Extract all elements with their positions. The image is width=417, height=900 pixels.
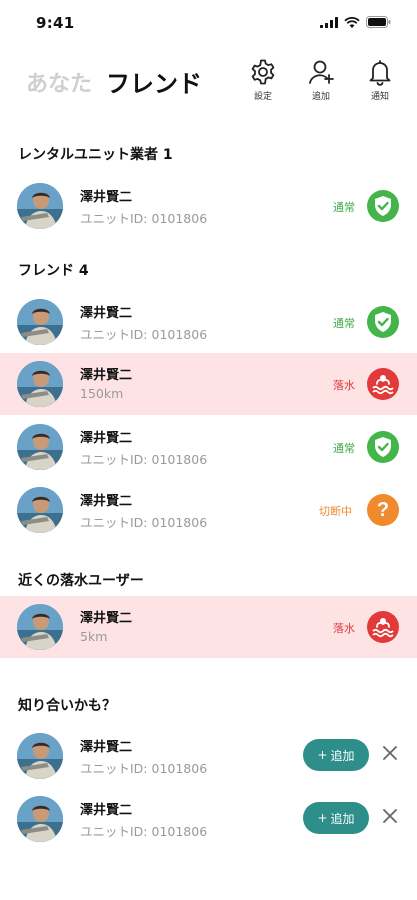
friend-row[interactable]: 澤井賢二ユニットID: 0101806 通常 bbox=[0, 416, 417, 478]
section-title-suggest: 知り合いかも？ bbox=[18, 698, 116, 714]
shield-check-icon bbox=[367, 431, 399, 463]
avatar bbox=[17, 487, 63, 533]
add-button-label: 追加 bbox=[330, 748, 355, 763]
dismiss-button[interactable] bbox=[379, 743, 401, 765]
battery-icon bbox=[366, 16, 391, 28]
close-icon bbox=[383, 808, 397, 827]
signal-icon bbox=[320, 16, 338, 28]
add-button-label: 追加 bbox=[330, 811, 355, 826]
notify-label: 通知 bbox=[370, 92, 389, 102]
friend-name: 澤井賢二 bbox=[80, 611, 133, 626]
avatar bbox=[17, 424, 63, 470]
drowning-icon bbox=[367, 368, 399, 400]
distance-text: 5km bbox=[80, 629, 108, 644]
drowning-icon bbox=[367, 611, 399, 643]
wifi-icon bbox=[344, 16, 360, 28]
tab-friend[interactable]: フレンド bbox=[106, 64, 202, 99]
unit-id-text: ユニットID: 0101806 bbox=[80, 761, 208, 776]
friend-row[interactable]: 澤井賢二 150km 落水 bbox=[0, 353, 417, 415]
unit-id-text: ユニットID: 0101806 bbox=[80, 211, 208, 226]
friend-row[interactable]: 澤井賢二ユニットID: 0101806 通常 bbox=[0, 291, 417, 353]
section-title-friends: フレンド 4 bbox=[18, 263, 89, 279]
friend-name: 澤井賢二 bbox=[80, 803, 133, 818]
status-label: 通常 bbox=[333, 201, 355, 214]
friend-name: 澤井賢二 bbox=[80, 740, 133, 755]
avatar bbox=[17, 796, 63, 842]
close-icon bbox=[383, 745, 397, 764]
tab-you[interactable]: あなた bbox=[26, 66, 92, 98]
plus-icon: + bbox=[317, 748, 328, 762]
friend-name: 澤井賢二 bbox=[80, 431, 133, 446]
suggestion-row: 澤井賢二ユニットID: 0101806 + 追加 bbox=[0, 788, 417, 850]
friend-name: 澤井賢二 bbox=[80, 368, 133, 383]
settings-button[interactable]: 設定 bbox=[240, 58, 286, 102]
unit-id-text: ユニットID: 0101806 bbox=[80, 515, 208, 530]
unit-id-text: ユニットID: 0101806 bbox=[80, 327, 208, 342]
suggestion-row: 澤井賢二ユニットID: 0101806 + 追加 bbox=[0, 725, 417, 787]
gear-icon bbox=[251, 59, 275, 85]
friend-row[interactable]: 澤井賢二ユニットID: 0101806 切断中? bbox=[0, 479, 417, 541]
distance-text: 150km bbox=[80, 386, 124, 401]
notification-button[interactable]: 通知 bbox=[357, 58, 403, 102]
add-label: 追加 bbox=[311, 92, 330, 102]
plus-icon: + bbox=[317, 811, 328, 825]
shield-check-icon bbox=[367, 190, 399, 222]
dismiss-button[interactable] bbox=[379, 806, 401, 828]
unit-id-text: ユニットID: 0101806 bbox=[80, 452, 208, 467]
avatar bbox=[17, 183, 63, 229]
status-label: 切断中 bbox=[319, 505, 352, 518]
friend-name: 澤井賢二 bbox=[80, 306, 133, 321]
status-label: 落水 bbox=[333, 379, 355, 392]
status-time: 9:41 bbox=[36, 14, 75, 32]
status-icons bbox=[320, 16, 391, 28]
shield-check-icon bbox=[367, 306, 399, 338]
settings-label: 設定 bbox=[253, 92, 272, 102]
status-label: 通常 bbox=[333, 442, 355, 455]
section-title-nearby: 近くの落水ユーザー bbox=[18, 573, 144, 589]
friend-name: 澤井賢二 bbox=[80, 494, 133, 509]
avatar bbox=[17, 733, 63, 779]
friend-name: 澤井賢二 bbox=[80, 190, 133, 205]
status-label: 落水 bbox=[333, 622, 355, 635]
avatar bbox=[17, 604, 63, 650]
header: あなた フレンド 設定 追加 通知 bbox=[0, 52, 417, 116]
status-bar: 9:41 bbox=[0, 0, 417, 48]
unit-id-text: ユニットID: 0101806 bbox=[80, 824, 208, 839]
question-icon: ? bbox=[367, 494, 399, 526]
add-user-icon bbox=[309, 60, 334, 84]
friend-row[interactable]: 澤井賢二ユニットID: 0101806 通常 bbox=[0, 175, 417, 237]
friend-row[interactable]: 澤井賢二 5km 落水 bbox=[0, 596, 417, 658]
add-friend-button[interactable]: 追加 bbox=[298, 58, 344, 102]
section-title-rental: レンタルユニット業者 1 bbox=[18, 147, 173, 163]
add-friend-pill-button[interactable]: + 追加 bbox=[303, 739, 369, 771]
avatar bbox=[17, 361, 63, 407]
add-friend-pill-button[interactable]: + 追加 bbox=[303, 802, 369, 834]
bell-icon bbox=[369, 60, 391, 86]
status-label: 通常 bbox=[333, 317, 355, 330]
avatar bbox=[17, 299, 63, 345]
